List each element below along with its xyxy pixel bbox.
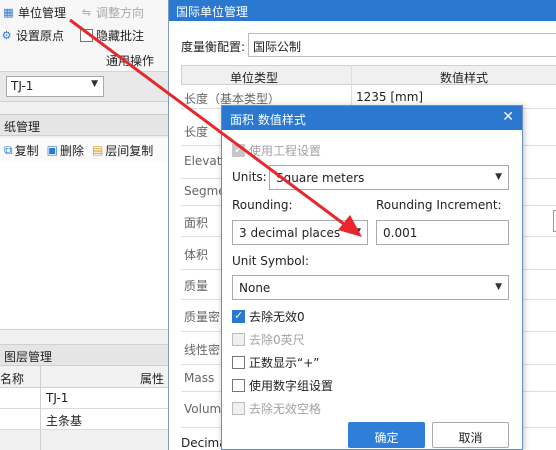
adjust-direction-label: 调整方向 [96, 6, 145, 20]
set-origin-label: 设置原点 [16, 29, 65, 43]
copy-button[interactable]: ⧉ 复制 [4, 142, 39, 159]
rounding-dropdown[interactable]: 3 decimal places ▼ [232, 220, 368, 245]
layer-col-name: 名称 [0, 372, 25, 386]
remove-zero-feet-label: 去除0英尺 [249, 333, 305, 347]
config-label: 度量衡配置: [181, 40, 246, 54]
rounding-increment-value: 0.001 [383, 226, 418, 240]
rounding-value: 3 decimal places [239, 226, 341, 240]
unit-symbol-dropdown[interactable]: None ▼ [232, 275, 509, 300]
hide-annotation-label: 隐藏批注 [96, 29, 145, 43]
layer-col-prop: 属性 [140, 372, 165, 386]
delete-button[interactable]: ▣ 删除 [47, 142, 84, 159]
drawing-list-area [0, 162, 168, 330]
remove-space-label: 去除无效空格 [249, 402, 322, 416]
unit-management-icon: ▦ [3, 6, 14, 19]
units-label: Units: [232, 170, 267, 184]
unit-window-title: 国际单位管理 [169, 0, 556, 21]
unit-type-cell: 质量密 [184, 310, 221, 324]
layer-panel-title: 图层管理 [4, 350, 53, 364]
use-project-settings-box[interactable] [232, 143, 245, 157]
copy-label: 复制 [14, 143, 39, 158]
units-value: Square meters [276, 171, 365, 185]
remove-space-box[interactable] [232, 402, 245, 415]
component-selector[interactable]: TJ-1 ▼ [6, 76, 104, 97]
remove-space-checkbox[interactable]: 去除无效空格 [232, 400, 321, 417]
chevron-down-icon: ▼ [495, 282, 502, 292]
cancel-button[interactable]: 取消 [432, 422, 509, 448]
unit-grid-header: 单位类型 数值样式 [181, 65, 556, 85]
layer-row-value: 主条基 [46, 414, 83, 428]
hide-annotation-checkbox[interactable]: 隐藏批注 [80, 27, 144, 44]
rounding-increment-label: Rounding Increment: [376, 198, 502, 212]
close-icon[interactable]: ✕ [502, 109, 514, 125]
unit-type-cell: Elevati [184, 154, 225, 168]
floor-copy-label: 层间复制 [105, 143, 154, 158]
table-row[interactable]: 主条基 [0, 409, 168, 430]
unit-management-label: 单位管理 [18, 6, 67, 20]
copy-icon: ⧉ [4, 142, 13, 157]
ribbon-group-label: 通用操作 [106, 54, 155, 68]
rounding-label: Rounding: [232, 198, 293, 212]
layer-panel-header: 图层管理 [0, 344, 168, 366]
chevron-down-icon: ▼ [91, 79, 98, 89]
units-dropdown[interactable]: Square meters ▼ [269, 165, 509, 190]
remove-zero-box[interactable] [232, 309, 245, 323]
drawing-toolbar: ⧉ 复制 ▣ 删除 ▤ 层间复制 [0, 138, 168, 162]
floor-copy-icon: ▤ [91, 143, 104, 157]
table-divider [40, 366, 41, 450]
layer-row-value: TJ-1 [46, 391, 69, 405]
unit-type-cell: Segme [184, 184, 226, 198]
digit-grouping-box[interactable] [232, 379, 245, 392]
origin-icon: ⚙ [1, 29, 12, 42]
floor-copy-button[interactable]: ▤ 层间复制 [92, 142, 153, 159]
show-plus-checkbox[interactable]: 正数显示“+” [232, 354, 320, 371]
col-unit-type: 单位类型 [230, 71, 279, 85]
chevron-down-icon: ▼ [354, 227, 361, 237]
unit-symbol-label: Unit Symbol: [232, 254, 309, 268]
use-project-settings-checkbox[interactable]: 使用工程设置 [232, 142, 321, 159]
delete-icon: ▣ [46, 143, 58, 157]
digit-grouping-checkbox[interactable]: 使用数字组设置 [232, 377, 333, 394]
chevron-down-icon: ▼ [495, 172, 502, 182]
set-origin-button[interactable]: ⚙ 设置原点 [0, 27, 64, 44]
ribbon: ▦ 单位管理 ⇋ 调整方向 ⚙ 设置原点 隐藏批注 通用操作 [0, 0, 168, 72]
digit-grouping-label: 使用数字组设置 [249, 379, 334, 393]
unit-type-cell: 面积 [184, 216, 209, 230]
ok-button[interactable]: 确定 [348, 422, 425, 448]
unit-type-cell: Volum [184, 402, 222, 416]
remove-zero-feet-checkbox[interactable]: 去除0英尺 [232, 331, 305, 348]
dialog-titlebar: 面积 数值样式 ✕ [222, 106, 522, 130]
unit-type-cell: 体积 [184, 248, 209, 262]
remove-zero-label: 去除无效0 [249, 310, 305, 324]
use-project-settings-label: 使用工程设置 [249, 144, 322, 158]
config-value-field[interactable]: 国际公制 [248, 33, 556, 57]
unit-type-cell: Mass [184, 371, 215, 385]
col-value-style: 数值样式 [440, 71, 489, 85]
table-row[interactable]: TJ-1 [0, 388, 168, 409]
delete-label: 删除 [59, 143, 84, 158]
component-selector-value: TJ-1 [11, 79, 34, 93]
layer-table-header: 名称 属性 [0, 366, 168, 388]
selector-bar: TJ-1 ▼ [0, 72, 168, 102]
adjust-direction-button[interactable]: ⇋ 调整方向 [80, 4, 144, 21]
unit-management-button[interactable]: ▦ 单位管理 [2, 4, 66, 21]
format-dialog: 面积 数值样式 ✕ 使用工程设置 Units: Square meters ▼ … [221, 105, 523, 450]
show-plus-box[interactable] [232, 356, 245, 369]
rounding-increment-input[interactable]: 0.001 [376, 220, 509, 245]
drawing-panel-title: 纸管理 [4, 120, 41, 134]
remove-zero-feet-box[interactable] [232, 333, 245, 346]
unit-type-cell: 质量 [184, 279, 209, 293]
dialog-title: 面积 数值样式 [230, 113, 306, 127]
show-plus-label: 正数显示“+” [249, 356, 320, 370]
adjust-direction-icon: ⇋ [81, 6, 92, 19]
decimal-label: Decima [181, 436, 227, 450]
drawing-panel-header: 纸管理 [0, 114, 168, 136]
unit-type-cell: 长度 [184, 125, 209, 139]
unit-symbol-value: None [239, 281, 271, 295]
unit-type-cell: 线性密 [184, 343, 221, 357]
hide-annotation-box[interactable] [80, 29, 93, 42]
value-style-cell[interactable]: 1235 [mm] [356, 90, 423, 104]
remove-zero-checkbox[interactable]: 去除无效0 [232, 308, 305, 325]
